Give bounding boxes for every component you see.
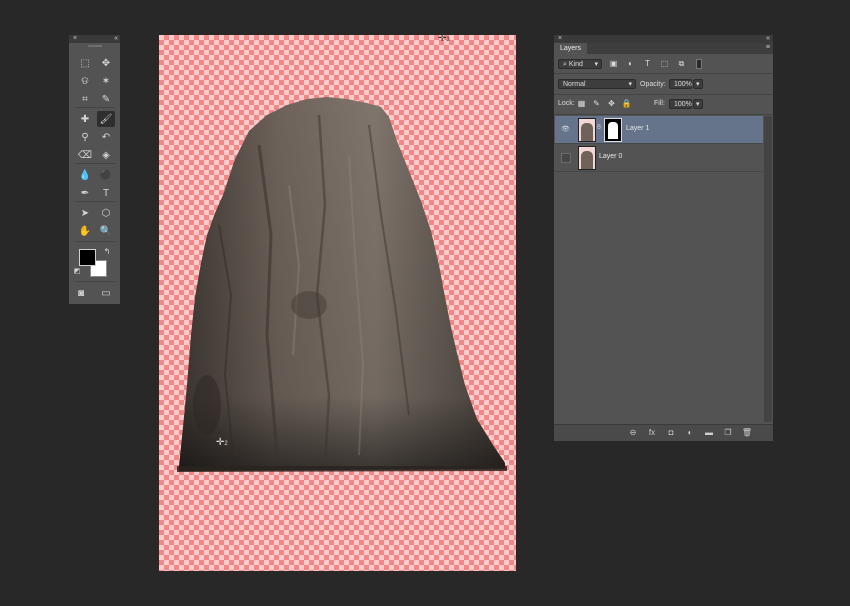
shape-tool-icon[interactable]: ⬡ xyxy=(97,205,115,221)
delete-layer-icon[interactable]: 🗑 xyxy=(741,428,753,438)
lock-label: Lock: xyxy=(558,100,575,107)
rock-thumbnail-icon xyxy=(581,123,593,141)
tab-layers[interactable]: Layers xyxy=(554,43,588,54)
eye-icon[interactable]: 👁 xyxy=(561,125,570,134)
layers-scrollbar[interactable] xyxy=(764,116,772,422)
history-brush-tool-icon[interactable]: ↶ xyxy=(97,129,115,145)
layer-row[interactable]: Layer 0 xyxy=(555,144,763,172)
collapse-icon[interactable]: « xyxy=(114,35,118,43)
lock-position-icon[interactable]: ✥ xyxy=(606,99,617,109)
mask-link-icon[interactable]: 8 xyxy=(597,124,601,131)
new-group-icon[interactable]: ▬ xyxy=(703,428,715,438)
crop-tool-icon[interactable]: ⌗ xyxy=(76,91,94,107)
paint-bucket-tool-icon[interactable]: ◈ xyxy=(97,147,115,163)
chevron-down-icon: ▾ xyxy=(628,81,632,88)
layer-row[interactable]: 👁 8 Layer 1 xyxy=(555,116,763,144)
quick-mask-icon[interactable]: ◙ xyxy=(72,285,90,301)
cursor-count-label: 3 xyxy=(446,37,450,43)
path-selection-tool-icon[interactable]: ➤ xyxy=(76,205,94,221)
pen-tool-icon[interactable]: ✒ xyxy=(76,185,94,201)
lock-image-icon[interactable]: ✎ xyxy=(591,99,602,109)
mask-shape-icon xyxy=(608,122,618,139)
opacity-dropdown-button[interactable]: ▾ xyxy=(693,79,703,89)
tool-divider xyxy=(75,163,115,164)
link-layers-icon[interactable]: ⊖ xyxy=(627,428,639,438)
lock-all-icon[interactable]: 🔒 xyxy=(621,99,632,109)
layers-panel-header: × « xyxy=(554,35,773,43)
type-tool-icon[interactable]: T xyxy=(97,185,115,201)
lock-transparent-icon[interactable]: ▦ xyxy=(576,99,587,109)
document-canvas[interactable]: ✛3 ✛2 xyxy=(159,33,516,571)
move-tool-icon[interactable]: ✥ xyxy=(97,55,115,71)
panel-menu-icon[interactable]: ≡ xyxy=(766,44,770,51)
healing-brush-tool-icon[interactable]: ✚ xyxy=(76,111,94,127)
visibility-toggle[interactable] xyxy=(561,153,571,163)
close-icon[interactable]: × xyxy=(558,35,562,43)
blend-mode-value: Normal xyxy=(563,81,586,88)
default-colors-icon[interactable]: ◩ xyxy=(72,263,82,279)
new-layer-icon[interactable]: ❐ xyxy=(722,428,734,438)
collapse-icon[interactable]: « xyxy=(766,35,770,43)
crosshair-cursor-icon: ✛3 xyxy=(438,33,450,44)
chevron-down-icon: ▾ xyxy=(696,101,700,108)
marquee-tool-icon[interactable]: ⬚ xyxy=(76,55,94,71)
blur-tool-icon[interactable]: 💧 xyxy=(76,167,94,183)
filter-kind-select[interactable]: ⌕ Kind ▾ xyxy=(558,59,602,69)
shape-filter-icon[interactable]: ⬚ xyxy=(659,59,670,69)
tool-divider xyxy=(75,107,115,108)
fill-input[interactable]: 100% xyxy=(669,99,692,109)
layer-name[interactable]: Layer 1 xyxy=(626,125,649,132)
opacity-label: Opacity: xyxy=(640,81,666,88)
tab-bar: Layers ≡ xyxy=(554,43,773,54)
magic-wand-tool-icon[interactable]: ✶ xyxy=(97,73,115,89)
swap-colors-icon[interactable]: ↰ xyxy=(98,243,116,259)
layer-thumbnail[interactable] xyxy=(578,146,596,170)
rock-image xyxy=(177,97,507,472)
clone-stamp-tool-icon[interactable]: ⚲ xyxy=(76,129,94,145)
lasso-tool-icon[interactable]: ଡ xyxy=(76,73,94,89)
smart-object-filter-icon[interactable]: ⧉ xyxy=(676,59,687,69)
layer-name[interactable]: Layer 0 xyxy=(599,153,622,160)
layers-footer: ⊖ fx ◘ ◐ ▬ ❐ 🗑 xyxy=(554,424,773,441)
eyedropper-tool-icon[interactable]: ✎ xyxy=(97,91,115,107)
adjustment-layer-icon[interactable]: ◐ xyxy=(684,428,696,438)
type-filter-icon[interactable]: T xyxy=(642,59,653,69)
blend-mode-select[interactable]: Normal ▾ xyxy=(558,79,636,89)
add-mask-icon[interactable]: ◘ xyxy=(665,428,677,438)
rock-thumbnail-icon xyxy=(581,151,593,169)
fill-dropdown-button[interactable]: ▾ xyxy=(693,99,703,109)
pixel-filter-icon[interactable]: ▣ xyxy=(608,59,619,69)
hand-tool-icon[interactable]: ✋ xyxy=(76,223,94,239)
fx-icon[interactable]: fx xyxy=(646,428,658,438)
filter-toggle-switch[interactable] xyxy=(696,59,702,69)
brush-tool-icon[interactable]: 🖌 xyxy=(97,111,115,127)
dodge-tool-icon[interactable]: ⚫ xyxy=(97,167,115,183)
cursor-count-label: 2 xyxy=(224,441,228,447)
layer-mask-thumbnail[interactable] xyxy=(604,118,622,142)
layer-thumbnail[interactable] xyxy=(578,118,596,142)
tools-panel-header: × « xyxy=(69,35,120,43)
close-icon[interactable]: × xyxy=(73,35,77,43)
tool-divider xyxy=(75,241,115,242)
tools-panel: × « ⬚ ✥ ଡ ✶ ⌗ ✎ ✚ 🖌 ⚲ ↶ ⌫ ◈ 💧 ⚫ ✒ T ➤ ⬡ ✋ 🔍 ↰ ◩ ◙ ▭ xyxy=(69,35,120,304)
adjustment-filter-icon[interactable]: ◐ xyxy=(625,59,636,69)
eraser-tool-icon[interactable]: ⌫ xyxy=(76,147,94,163)
layers-panel: × « Layers ≡ ⌕ Kind ▾ ▣ ◐ T ⬚ ⧉ Normal ▾ Opa… xyxy=(554,35,773,441)
tool-divider xyxy=(75,201,115,202)
chevron-down-icon: ▾ xyxy=(594,61,598,68)
search-icon: ⌕ xyxy=(563,61,567,68)
fill-label: Fill: xyxy=(654,100,665,107)
chevron-down-icon: ▾ xyxy=(696,81,700,88)
filter-kind-label: Kind xyxy=(568,61,583,68)
crosshair-cursor-icon: ✛2 xyxy=(216,437,228,448)
screen-mode-icon[interactable]: ▭ xyxy=(97,285,115,301)
zoom-tool-icon[interactable]: 🔍 xyxy=(97,223,115,239)
opacity-input[interactable]: 100% xyxy=(669,79,692,89)
panel-grip[interactable] xyxy=(88,45,102,47)
